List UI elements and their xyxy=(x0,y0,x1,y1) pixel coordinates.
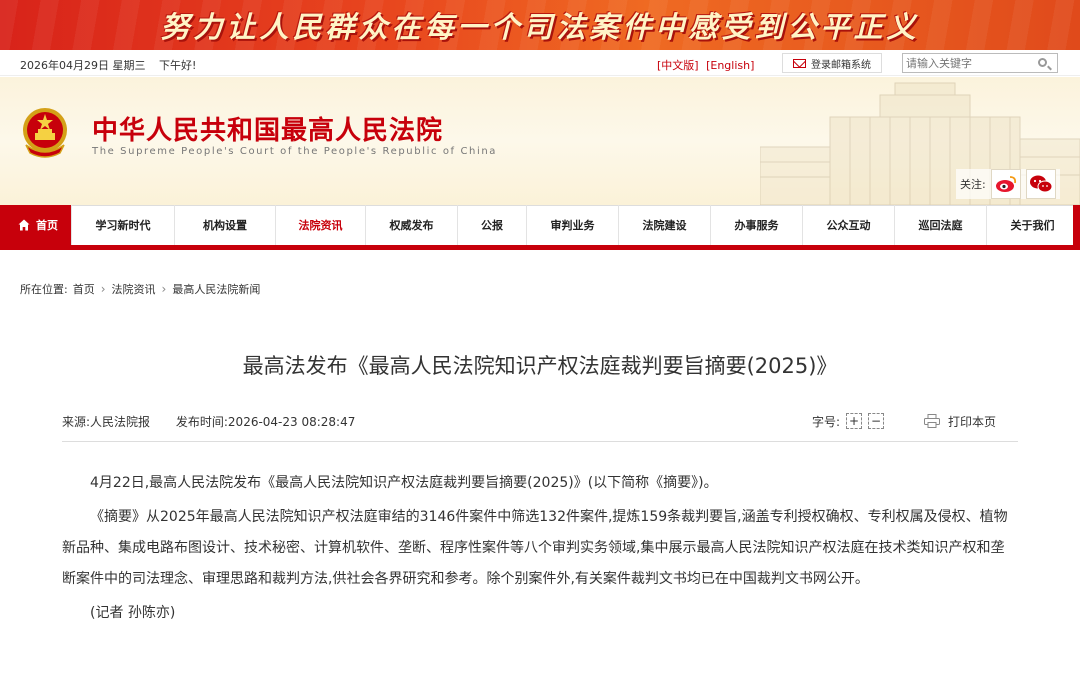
breadcrumb: 所在位置: 首页 › 法院资讯 › 最高人民法院新闻 xyxy=(20,281,260,297)
nav-circuit-court[interactable]: 巡回法庭 xyxy=(895,205,987,245)
wechat-button[interactable] xyxy=(1025,169,1056,199)
article-body: 4月22日,最高人民法院发布《最高人民法院知识产权法庭裁判要旨摘要(2025)》… xyxy=(62,468,1018,632)
slogan-text: 努力让人民群众在每一个司法案件中感受到公平正义 xyxy=(160,10,920,44)
court-name[interactable]: 中华人民共和国最高人民法院 xyxy=(92,110,443,147)
article-paragraph: 《摘要》从2025年最高人民法院知识产权法庭审结的3146件案件中筛选132件案… xyxy=(62,509,1008,587)
chevron-right-icon: › xyxy=(161,282,167,296)
lang-chinese-link[interactable]: [中文版] xyxy=(655,59,701,72)
chevron-right-icon: › xyxy=(100,282,106,296)
font-increase-button[interactable]: + xyxy=(846,413,863,429)
nav-organization[interactable]: 机构设置 xyxy=(175,205,276,245)
lang-english-link[interactable]: [English] xyxy=(704,59,756,72)
weibo-icon xyxy=(995,176,1016,192)
nav-court-news[interactable]: 法院资讯 xyxy=(276,205,366,245)
article-title: 最高法发布《最高人民法院知识产权法庭裁判要旨摘要(2025)》 xyxy=(242,354,838,378)
current-date: 2026年04月29日 星期三 xyxy=(20,59,146,72)
article-source: 来源:人民法院报 xyxy=(62,415,151,429)
site-header: 中华人民共和国最高人民法院 The Supreme People's Court… xyxy=(0,77,1080,205)
search-input[interactable] xyxy=(903,54,1033,72)
follow-bar: 关注: xyxy=(956,169,1060,199)
breadcrumb-home[interactable]: 首页 xyxy=(73,281,95,297)
nav-items: 首页 学习新时代 机构设置 法院资讯 权威发布 公报 审判业务 法院建设 办事服… xyxy=(5,205,1078,245)
breadcrumb-court-news[interactable]: 法院资讯 xyxy=(112,281,156,297)
home-icon xyxy=(18,219,30,231)
nav-services[interactable]: 办事服务 xyxy=(711,205,803,245)
article-byline: (记者 孙陈亦) xyxy=(90,605,176,621)
nav-court-construction[interactable]: 法院建设 xyxy=(619,205,711,245)
breadcrumb-prefix: 所在位置: xyxy=(20,283,68,296)
font-decrease-button[interactable]: − xyxy=(868,413,885,429)
nav-home[interactable]: 首页 xyxy=(5,205,72,245)
printer-icon xyxy=(924,414,941,428)
article-paragraph: 4月22日,最高人民法院发布《最高人民法院知识产权法庭裁判要旨摘要(2025)》… xyxy=(90,475,718,491)
search-box xyxy=(902,53,1058,73)
nav-about-us[interactable]: 关于我们 xyxy=(987,205,1078,245)
print-label: 打印本页 xyxy=(948,414,997,429)
language-switch: [中文版] [English] xyxy=(655,57,756,73)
national-emblem-icon xyxy=(23,108,67,158)
font-size-label: 字号: xyxy=(812,414,841,429)
article-meta: 来源:人民法院报 发布时间:2026-04-23 08:28:47 xyxy=(62,413,377,430)
envelope-icon xyxy=(793,58,806,68)
greeting: 下午好! xyxy=(159,59,197,72)
wechat-icon xyxy=(1029,175,1053,193)
nav-study[interactable]: 学习新时代 xyxy=(72,205,175,245)
weibo-button[interactable] xyxy=(990,169,1021,199)
breadcrumb-spc-news[interactable]: 最高人民法院新闻 xyxy=(172,281,260,297)
article-publish-time: 发布时间:2026-04-23 08:28:47 xyxy=(175,415,356,429)
article-tools: 字号: + − 打印本页 xyxy=(812,410,996,432)
court-name-english: The Supreme People's Court of the People… xyxy=(92,146,498,157)
mail-login-button[interactable]: 登录邮箱系统 xyxy=(782,53,882,73)
nav-public-interaction[interactable]: 公众互动 xyxy=(803,205,895,245)
nav-gazette[interactable]: 公报 xyxy=(458,205,527,245)
nav-trial-business[interactable]: 审判业务 xyxy=(527,205,619,245)
print-button[interactable]: 打印本页 xyxy=(924,413,996,430)
search-icon[interactable] xyxy=(1038,58,1047,67)
slogan-banner: 努力让人民群众在每一个司法案件中感受到公平正义 xyxy=(0,0,1080,50)
date-greeting: 2026年04月29日 星期三 下午好! xyxy=(20,57,196,73)
nav-home-label: 首页 xyxy=(36,219,58,232)
follow-label: 关注: xyxy=(960,178,986,191)
mail-login-label: 登录邮箱系统 xyxy=(811,59,871,71)
top-info-bar: 2026年04月29日 星期三 下午好! [中文版] [English] 登录邮… xyxy=(0,50,1080,76)
nav-red-line xyxy=(0,245,1080,250)
meta-divider xyxy=(62,441,1018,442)
nav-authoritative-release[interactable]: 权威发布 xyxy=(366,205,458,245)
